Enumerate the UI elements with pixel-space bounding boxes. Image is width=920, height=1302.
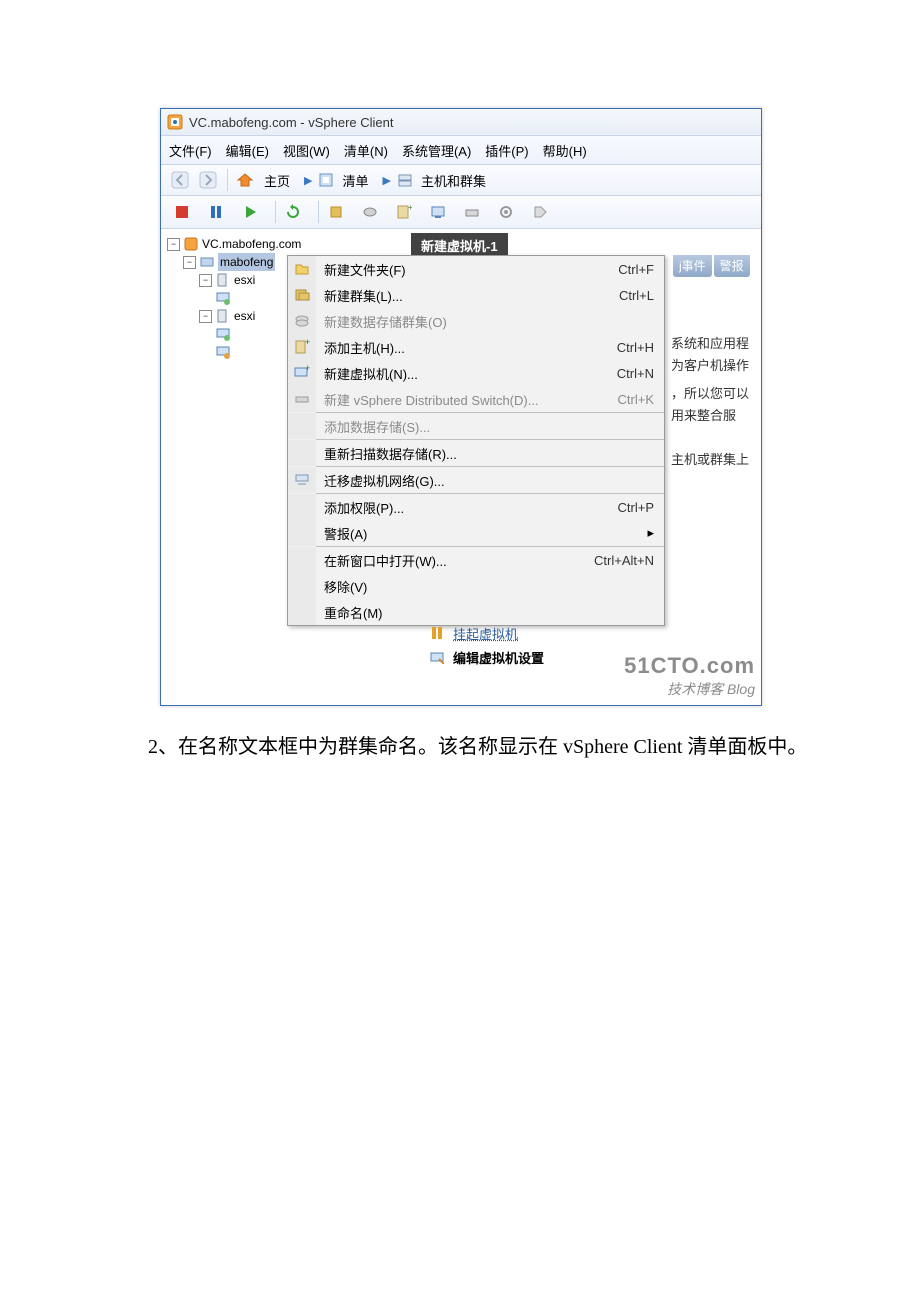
collapse-icon[interactable]: −: [167, 238, 180, 251]
crumb-sep2: ▶: [377, 172, 413, 188]
logo-51cto: 51CTO.com: [624, 653, 755, 679]
logo-51cto-sub: 技术博客 Blog: [667, 679, 755, 699]
body-area: − VC.mabofeng.com − mabofeng − esxi: [161, 229, 761, 706]
disk-icon[interactable]: [357, 200, 383, 224]
right-panel: j事件 警报 系统和应用程 为客户机操作 ，所以您可以 用来整合服 主机或群集上: [671, 255, 761, 471]
right-text-5: 主机或群集上: [671, 449, 761, 471]
cm-remove[interactable]: 移除(V): [288, 573, 664, 599]
cm-add-permission[interactable]: 添加权限(P)... Ctrl+P: [288, 494, 664, 520]
refresh-icon[interactable]: [280, 200, 306, 224]
cm-new-folder[interactable]: 新建文件夹(F) Ctrl+F: [288, 256, 664, 282]
gear-icon[interactable]: [493, 200, 519, 224]
tree-host-2-label: esxi: [234, 307, 255, 325]
tree-host-1-label: esxi: [234, 271, 255, 289]
datastore-cluster-icon: [288, 308, 316, 334]
toolbar-actions: +: [161, 196, 761, 229]
dswitch-icon: [288, 386, 316, 412]
cm-new-cluster[interactable]: 新建群集(L)... Ctrl+L: [288, 282, 664, 308]
titlebar: VC.mabofeng.com - vSphere Client: [161, 109, 761, 136]
menubar: 文件(F) 编辑(E) 视图(W) 清单(N) 系统管理(A) 插件(P) 帮助…: [161, 136, 761, 165]
vm-add-icon[interactable]: [425, 200, 451, 224]
tree-vm-1[interactable]: [167, 289, 301, 307]
svg-text:+: +: [305, 365, 310, 373]
tree-datacenter-label: mabofeng: [218, 253, 275, 271]
tree-root[interactable]: − VC.mabofeng.com: [167, 235, 301, 253]
window-title: VC.mabofeng.com - vSphere Client: [189, 115, 393, 130]
migrate-icon: [288, 467, 316, 493]
menu-inventory[interactable]: 清单(N): [344, 141, 388, 160]
host-icon: [215, 272, 231, 288]
toolbar-breadcrumb: 主页 ▶ 清单 ▶ 主机和群集: [161, 165, 761, 196]
datacenter-icon: [199, 254, 215, 270]
network-icon[interactable]: [459, 200, 485, 224]
right-text-2: 为客户机操作: [671, 355, 761, 377]
menu-admin[interactable]: 系统管理(A): [402, 141, 471, 160]
vsphere-icon: [167, 114, 183, 130]
cm-add-datastore: 添加数据存储(S)...: [288, 413, 664, 439]
right-text-1: 系统和应用程: [671, 333, 761, 355]
cm-alarm[interactable]: 警报(A) ▸: [288, 520, 664, 546]
action-edit-vm-settings[interactable]: 编辑虚拟机设置: [427, 645, 544, 669]
crumb-sep1: ▶: [298, 172, 334, 188]
tag-icon[interactable]: [527, 200, 553, 224]
vm-new-icon: +: [288, 360, 316, 386]
menu-help[interactable]: 帮助(H): [543, 141, 587, 160]
tree-vm-3[interactable]: [167, 343, 301, 361]
collapse-icon[interactable]: −: [199, 274, 212, 287]
back-button[interactable]: [167, 168, 193, 192]
caption-step-2: 2、在名称文本框中为群集命名。该名称显示在 vSphere Client 清单面…: [108, 732, 818, 762]
collapse-icon[interactable]: −: [199, 310, 212, 323]
svg-text:+: +: [408, 204, 412, 212]
forward-button[interactable]: [195, 168, 221, 192]
collapse-icon[interactable]: −: [183, 256, 196, 269]
tree-host-1[interactable]: − esxi: [167, 271, 301, 289]
vcenter-icon: [183, 236, 199, 252]
tree-root-label: VC.mabofeng.com: [202, 235, 301, 253]
vm-icon: [215, 326, 231, 342]
vm-icon: [215, 344, 231, 360]
cm-new-vm[interactable]: + 新建虚拟机(N)... Ctrl+N: [288, 360, 664, 386]
vm-actions: 挂起虚拟机 编辑虚拟机设置: [427, 621, 544, 669]
host-add-icon[interactable]: +: [391, 200, 417, 224]
submenu-arrow-icon: ▸: [647, 525, 654, 541]
play-icon[interactable]: [237, 200, 263, 224]
host-add-icon: +: [288, 334, 316, 360]
context-menu: 新建文件夹(F) Ctrl+F 新建群集(L)... Ctrl+L 新建数据存储…: [287, 255, 665, 626]
vm-icon: [215, 290, 231, 306]
tab-alarms[interactable]: 警报: [714, 255, 750, 277]
tree-datacenter[interactable]: − mabofeng: [167, 253, 301, 271]
cluster-new-icon: [288, 282, 316, 308]
home-button[interactable]: [232, 168, 258, 192]
menu-file[interactable]: 文件(F): [169, 141, 212, 160]
stop-icon[interactable]: [169, 200, 195, 224]
tab-events[interactable]: j事件: [673, 255, 712, 277]
right-text-3: ，所以您可以: [671, 383, 761, 405]
crumb-home[interactable]: 主页: [264, 171, 290, 190]
right-text-4: 用来整合服: [671, 405, 761, 427]
action-suspend-vm[interactable]: 挂起虚拟机: [427, 621, 544, 645]
inventory-tree: − VC.mabofeng.com − mabofeng − esxi: [167, 235, 301, 361]
cm-add-host[interactable]: + 添加主机(H)... Ctrl+H: [288, 334, 664, 360]
menu-plugins[interactable]: 插件(P): [485, 141, 528, 160]
tree-host-2[interactable]: − esxi: [167, 307, 301, 325]
cluster-icon[interactable]: [323, 200, 349, 224]
edit-settings-icon: [427, 650, 447, 664]
host-icon: [215, 308, 231, 324]
vsphere-client-window: VC.mabofeng.com - vSphere Client 文件(F) 编…: [160, 108, 762, 706]
svg-text:+: +: [305, 339, 310, 347]
menu-view[interactable]: 视图(W): [283, 141, 330, 160]
cm-migrate-vmnet[interactable]: 迁移虚拟机网络(G)...: [288, 467, 664, 493]
menu-edit[interactable]: 编辑(E): [226, 141, 269, 160]
crumb-inventory[interactable]: 清单: [342, 171, 368, 190]
pause-icon: [427, 626, 447, 640]
cm-rescan-datastore[interactable]: 重新扫描数据存储(R)...: [288, 440, 664, 466]
pause-icon[interactable]: [203, 200, 229, 224]
crumb-hosts-clusters[interactable]: 主机和群集: [421, 171, 486, 190]
cm-open-new-window[interactable]: 在新窗口中打开(W)... Ctrl+Alt+N: [288, 547, 664, 573]
cm-new-dswitch: 新建 vSphere Distributed Switch(D)... Ctrl…: [288, 386, 664, 412]
cm-new-datastore-cluster: 新建数据存储群集(O): [288, 308, 664, 334]
folder-new-icon: [288, 256, 316, 282]
tree-vm-2[interactable]: [167, 325, 301, 343]
